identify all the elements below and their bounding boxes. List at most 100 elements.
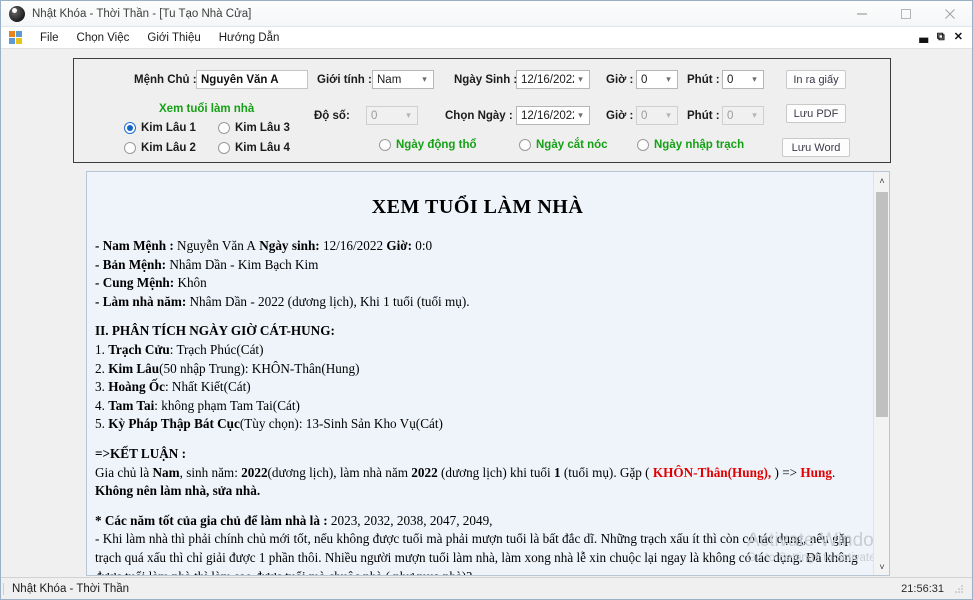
conclusion-text: (tuổi mụ). Gặp ( <box>560 464 653 480</box>
scroll-up-icon[interactable]: ˄ <box>874 172 889 189</box>
resize-grip-icon[interactable] <box>954 584 964 594</box>
windows-tiles-icon <box>9 30 23 45</box>
doc-label: Ngày sinh: <box>255 238 320 253</box>
doc-value: Khôn <box>174 275 207 291</box>
conclusion-text: (dương lịch), làm nhà năm <box>267 464 412 480</box>
radio-dot-icon <box>218 142 230 154</box>
doc-item-label: Trạch Cửu <box>108 341 170 357</box>
maximize-icon[interactable] <box>884 1 928 27</box>
pick-minute-label: Phút : <box>687 110 720 122</box>
radio-label: Kim Lâu 4 <box>235 142 290 154</box>
document-title: XEM TUỔI LÀM NHÀ <box>371 196 584 218</box>
radio-kim-lau-3[interactable]: Kim Lâu 3 <box>218 122 290 134</box>
doc-item-label: Hoàng Ốc <box>108 379 165 395</box>
do-so-label: Độ số: <box>314 110 350 122</box>
pick-hour-value: 0 <box>641 109 648 122</box>
doc-line-nam-menh: - Nam Mệnh : Nguyễn Văn A Ngày sinh: 12/… <box>95 237 860 256</box>
doc-item-value: (50 nhập Trung): KHÔN-Thân(Hung) <box>159 360 360 376</box>
conclusion-text: , sinh năm: <box>179 464 242 480</box>
yin-yang-icon <box>9 5 25 22</box>
doc-label: - Làm nhà năm: <box>95 293 187 309</box>
birth-date-label: Ngày Sinh : <box>454 74 518 86</box>
radio-label: Ngày cắt nóc <box>536 139 608 151</box>
vertical-scrollbar[interactable]: ˄ ˅ <box>873 172 889 575</box>
doc-value: Nhâm Dần - 2022 (dương lịch), Khi 1 tuổi… <box>186 293 470 309</box>
doc-label: - Nam Mệnh : <box>95 238 174 253</box>
mdi-restore-icon[interactable]: ⧉ <box>937 32 945 43</box>
menu-item-huong-dan[interactable]: Hướng Dẫn <box>210 30 289 46</box>
chevron-down-icon: ▾ <box>406 110 411 120</box>
name-label: Mệnh Chủ : <box>134 74 197 86</box>
doc-item-value: : Nhất Kiết(Cát) <box>164 379 251 395</box>
pick-minute-select[interactable]: 0 ▾ <box>722 106 764 125</box>
menu-item-file[interactable]: File <box>31 30 68 46</box>
radio-ngay-dong-tho[interactable]: Ngày động thổ <box>379 139 477 151</box>
status-right: 21:56:31 <box>901 583 972 595</box>
radio-dot-icon <box>124 122 136 134</box>
chevron-down-icon: ▾ <box>666 74 671 84</box>
close-icon[interactable] <box>928 1 972 27</box>
menu-bar: File Chọn Việc Giới Thiệu Hướng Dẫn ▃ ⧉ … <box>1 27 972 49</box>
radio-ngay-nhap-trach[interactable]: Ngày nhập trạch <box>637 139 744 151</box>
name-input[interactable] <box>196 70 308 89</box>
doc-value: Nguyễn Văn A <box>173 238 256 253</box>
chevron-down-icon: ▾ <box>422 74 427 84</box>
title-bar: Nhật Khóa - Thời Thần - [Tu Tạo Nhà Cửa] <box>1 1 972 27</box>
doc-line-lam-nha-nam: - Làm nhà năm: Nhâm Dần - 2022 (dương lị… <box>95 293 860 312</box>
doc-label: - Cung Mệnh: <box>95 275 175 291</box>
radio-kim-lau-4[interactable]: Kim Lâu 4 <box>218 142 290 154</box>
good-years-label: * Các năm tốt của gia chủ để làm nhà là … <box>95 512 328 528</box>
pick-date-label: Chọn Ngày : <box>445 110 513 122</box>
menu-item-gioi-thieu[interactable]: Giới Thiệu <box>138 30 209 46</box>
group-title-xem-tuoi-lam-nha: Xem tuổi làm nhà <box>159 103 255 115</box>
pick-date-picker[interactable]: 12/16/2022 ▾ <box>516 106 590 125</box>
birth-hour-select[interactable]: 0 ▾ <box>636 70 678 89</box>
conclusion-text: (dương lịch) khi tuổi <box>437 464 554 480</box>
menu-item-chon-viec[interactable]: Chọn Việc <box>68 30 139 46</box>
mdi-close-icon[interactable]: ✕ <box>954 32 963 43</box>
mdi-minimize-icon[interactable]: ▃ <box>919 32 927 43</box>
radio-kim-lau-2[interactable]: Kim Lâu 2 <box>124 142 196 154</box>
conclusion-build-year: 2022 <box>411 464 438 480</box>
doc-item-number: 3. <box>95 379 109 395</box>
document-preview: XEM TUỔI LÀM NHÀ - Nam Mệnh : Nguyễn Văn… <box>86 171 890 576</box>
doc-section-title: II. PHÂN TÍCH NGÀY GIỜ CÁT-HUNG: <box>95 323 335 339</box>
pick-hour-select[interactable]: 0 ▾ <box>636 106 678 125</box>
gender-select[interactable]: Nam ▾ <box>372 70 434 89</box>
window-controls <box>840 1 972 27</box>
radio-kim-lau-1[interactable]: Kim Lâu 1 <box>124 122 196 134</box>
radio-label: Ngày động thổ <box>396 139 477 151</box>
document-page: XEM TUỔI LÀM NHÀ - Nam Mệnh : Nguyễn Văn… <box>87 172 874 575</box>
minimize-icon[interactable] <box>840 1 884 27</box>
good-years-value: 2023, 2032, 2038, 2047, 2049, <box>327 512 493 528</box>
doc-good-years: * Các năm tốt của gia chủ để làm nhà là … <box>95 512 860 531</box>
doc-value: Nhâm Dần - Kim Bạch Kim <box>166 256 319 272</box>
birth-minute-select[interactable]: 0 ▾ <box>722 70 764 89</box>
conclusion-warning-kim-lau: KHÔN-Thân(Hung), <box>652 464 772 480</box>
doc-item-value: (Tùy chọn): 13-Sinh Sản Kho Vụ(Cát) <box>239 416 443 432</box>
mdi-child-window-controls: ▃ ⧉ ✕ <box>919 32 972 43</box>
doc-item-value: : không phạm Tam Tai(Cát) <box>154 397 300 413</box>
print-button[interactable]: In ra giấy <box>786 70 846 89</box>
save-pdf-button[interactable]: Lưu PDF <box>786 104 846 123</box>
radio-dot-icon <box>124 142 136 154</box>
radio-label: Kim Lâu 3 <box>235 122 290 134</box>
radio-dot-icon <box>379 139 391 151</box>
doc-item-value: : Trạch Phúc(Cát) <box>169 341 264 357</box>
radio-ngay-cat-noc[interactable]: Ngày cắt nóc <box>519 139 608 151</box>
do-so-value: 0 <box>371 109 378 122</box>
conclusion-age: 1 <box>553 464 561 480</box>
doc-conclusion-paragraph: Gia chủ là Nam, sinh năm: 2022(dương lịc… <box>95 464 860 501</box>
doc-line-cung-menh: - Cung Mệnh: Khôn <box>95 274 860 293</box>
scroll-down-icon[interactable]: ˅ <box>874 558 889 575</box>
doc-item-label: Tam Tai <box>108 397 155 413</box>
birth-date-picker[interactable]: 12/16/2022 ▾ <box>516 70 590 89</box>
save-word-button[interactable]: Lưu Word <box>782 138 850 157</box>
status-text: Nhật Khóa - Thời Thần <box>3 582 129 595</box>
status-time: 21:56:31 <box>901 582 944 595</box>
scrollbar-thumb[interactable] <box>876 192 888 417</box>
birth-minute-value: 0 <box>727 73 734 86</box>
doc-analysis-item-3: 3. Hoàng Ốc: Nhất Kiết(Cát) <box>95 378 860 397</box>
do-so-select[interactable]: 0 ▾ <box>366 106 418 125</box>
application-window: Nhật Khóa - Thời Thần - [Tu Tạo Nhà Cửa]… <box>0 0 973 600</box>
